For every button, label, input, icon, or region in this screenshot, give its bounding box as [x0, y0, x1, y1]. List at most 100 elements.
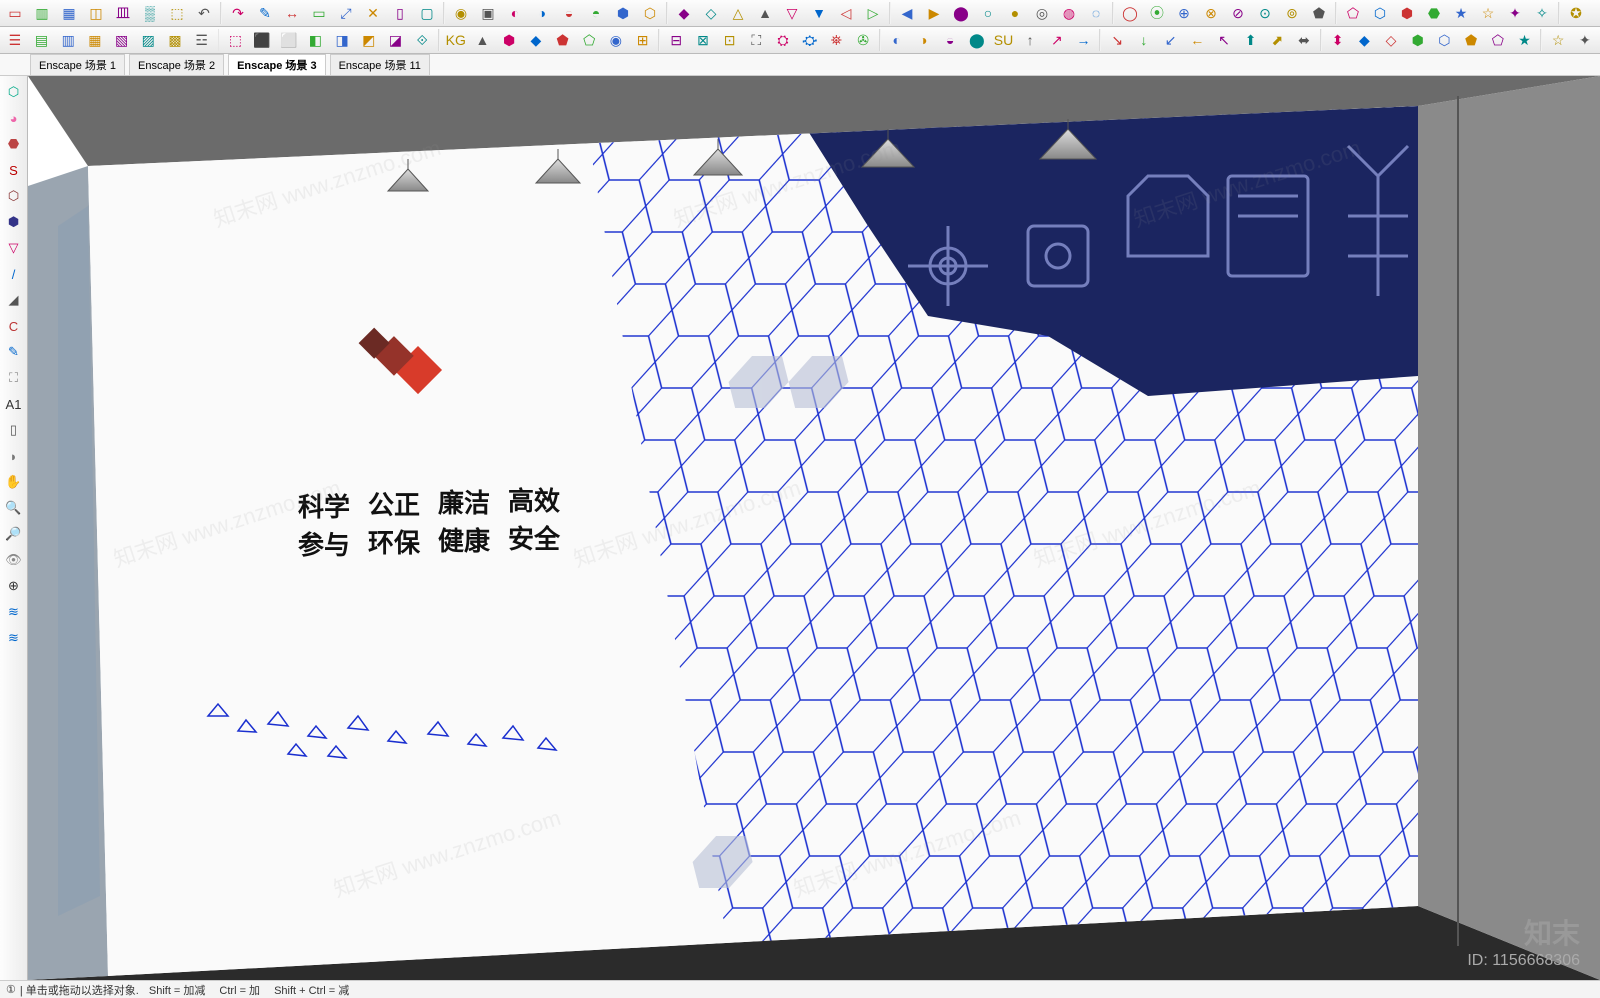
toolbar2-btn-17[interactable]: ▲ [470, 28, 496, 52]
toolbar2-btn-44[interactable]: ↖ [1211, 28, 1237, 52]
toolbar2-btn-19[interactable]: ◆ [523, 28, 549, 52]
toolbar1-btn-38[interactable]: ◍ [1056, 1, 1082, 25]
toolbar1-btn-47[interactable]: ⬟ [1306, 1, 1332, 25]
left-tool-14[interactable]: ◗ [2, 444, 26, 468]
left-tool-15[interactable]: ✋ [2, 470, 26, 494]
toolbar2-btn-4[interactable]: ▧ [109, 28, 135, 52]
toolbar2-btn-0[interactable]: ☰ [2, 28, 28, 52]
toolbar1-btn-51[interactable]: ⬣ [1421, 1, 1447, 25]
toolbar1-btn-9[interactable]: ✎ [252, 1, 278, 25]
toolbar2-btn-18[interactable]: ⬢ [496, 28, 522, 52]
toolbar2-btn-29[interactable]: ⛮ [797, 28, 823, 52]
toolbar1-btn-56[interactable]: ✪ [1563, 1, 1589, 25]
toolbar2-btn-25[interactable]: ⊠ [690, 28, 716, 52]
toolbar1-btn-28[interactable]: ▽ [779, 1, 805, 25]
toolbar2-btn-35[interactable]: ⬤ [964, 28, 990, 52]
toolbar1-btn-33[interactable]: ▶ [921, 1, 947, 25]
left-tool-1[interactable]: ◕ [2, 106, 26, 130]
toolbar1-btn-13[interactable]: ✕ [360, 1, 386, 25]
toolbar2-btn-39[interactable]: → [1071, 28, 1097, 52]
scene-tab-3[interactable]: Enscape 场景 11 [330, 54, 430, 75]
toolbar1-btn-31[interactable]: ▷ [860, 1, 886, 25]
toolbar1-btn-12[interactable]: ⤢ [333, 1, 359, 25]
toolbar1-btn-39[interactable]: ◌ [1083, 1, 1109, 25]
toolbar1-btn-35[interactable]: ○ [975, 1, 1001, 25]
toolbar2-btn-53[interactable]: ⬟ [1458, 28, 1484, 52]
toolbar2-btn-33[interactable]: ◑ [911, 28, 937, 52]
toolbar1-btn-41[interactable]: ⦿ [1144, 1, 1170, 25]
toolbar2-btn-54[interactable]: ⬠ [1485, 28, 1511, 52]
toolbar2-btn-21[interactable]: ⬠ [576, 28, 602, 52]
toolbar1-btn-18[interactable]: ◐ [502, 1, 528, 25]
toolbar1-btn-6[interactable]: ⬚ [164, 1, 190, 25]
left-tool-21[interactable]: ≋ [2, 626, 26, 650]
toolbar1-btn-8[interactable]: ↷ [225, 1, 251, 25]
toolbar1-btn-3[interactable]: ◫ [83, 1, 109, 25]
toolbar1-btn-7[interactable]: ↶ [191, 1, 217, 25]
scene-tab-2[interactable]: Enscape 场景 3 [228, 54, 325, 75]
toolbar2-btn-36[interactable]: SU [991, 28, 1017, 52]
toolbar1-btn-23[interactable]: ⬡ [637, 1, 663, 25]
toolbar1-btn-36[interactable]: ● [1002, 1, 1028, 25]
toolbar2-btn-26[interactable]: ⊡ [717, 28, 743, 52]
toolbar1-btn-25[interactable]: ◇ [698, 1, 724, 25]
left-tool-7[interactable]: / [2, 262, 26, 286]
toolbar2-btn-34[interactable]: ◒ [937, 28, 963, 52]
toolbar2-btn-28[interactable]: ⛭ [770, 28, 796, 52]
left-tool-10[interactable]: ✎ [2, 340, 26, 364]
toolbar1-btn-50[interactable]: ⬢ [1394, 1, 1420, 25]
left-tool-0[interactable]: ⬡ [2, 80, 26, 104]
toolbar2-btn-42[interactable]: ↙ [1158, 28, 1184, 52]
toolbar1-btn-53[interactable]: ☆ [1475, 1, 1501, 25]
toolbar2-btn-7[interactable]: ☲ [189, 28, 215, 52]
toolbar1-btn-0[interactable]: ▭ [2, 1, 28, 25]
left-tool-18[interactable]: 👁 [2, 548, 26, 572]
left-tool-8[interactable]: ◢ [2, 288, 26, 312]
toolbar1-btn-16[interactable]: ◉ [448, 1, 474, 25]
toolbar2-btn-22[interactable]: ◉ [603, 28, 629, 52]
left-tool-20[interactable]: ≋ [2, 600, 26, 624]
toolbar1-btn-30[interactable]: ◁ [833, 1, 859, 25]
toolbar2-btn-14[interactable]: ◪ [383, 28, 409, 52]
toolbar2-btn-9[interactable]: ⬛ [249, 28, 275, 52]
toolbar2-btn-41[interactable]: ↓ [1131, 28, 1157, 52]
toolbar1-btn-52[interactable]: ★ [1448, 1, 1474, 25]
toolbar2-btn-43[interactable]: ← [1184, 28, 1210, 52]
toolbar2-btn-1[interactable]: ▤ [29, 28, 55, 52]
toolbar1-btn-48[interactable]: ⬠ [1340, 1, 1366, 25]
toolbar2-btn-24[interactable]: ⊟ [663, 28, 689, 52]
toolbar2-btn-3[interactable]: ▦ [82, 28, 108, 52]
toolbar2-btn-8[interactable]: ⬚ [222, 28, 248, 52]
left-tool-4[interactable]: ⬡ [2, 184, 26, 208]
toolbar1-btn-45[interactable]: ⊙ [1252, 1, 1278, 25]
left-tool-5[interactable]: ⬢ [2, 210, 26, 234]
left-tool-11[interactable]: ⛶ [2, 366, 26, 390]
toolbar2-btn-16[interactable]: KG [443, 28, 469, 52]
toolbar2-btn-32[interactable]: ◐ [884, 28, 910, 52]
toolbar1-btn-46[interactable]: ⊚ [1279, 1, 1305, 25]
toolbar2-btn-56[interactable]: ☆ [1545, 28, 1571, 52]
toolbar2-btn-12[interactable]: ◨ [329, 28, 355, 52]
toolbar1-btn-32[interactable]: ◀ [894, 1, 920, 25]
toolbar2-btn-2[interactable]: ▥ [55, 28, 81, 52]
toolbar2-btn-20[interactable]: ⬟ [550, 28, 576, 52]
toolbar1-btn-43[interactable]: ⊗ [1198, 1, 1224, 25]
left-tool-6[interactable]: ▽ [2, 236, 26, 260]
left-tool-13[interactable]: ▯ [2, 418, 26, 442]
left-tool-2[interactable]: ⬣ [2, 132, 26, 156]
toolbar1-btn-42[interactable]: ⊕ [1171, 1, 1197, 25]
toolbar1-btn-24[interactable]: ◆ [671, 1, 697, 25]
toolbar2-btn-38[interactable]: ↗ [1044, 28, 1070, 52]
toolbar2-btn-46[interactable]: ⬈ [1264, 28, 1290, 52]
left-tool-16[interactable]: 🔍 [2, 496, 26, 520]
toolbar1-btn-27[interactable]: ▲ [752, 1, 778, 25]
toolbar2-btn-5[interactable]: ▨ [135, 28, 161, 52]
toolbar1-btn-19[interactable]: ◑ [529, 1, 555, 25]
toolbar2-btn-49[interactable]: ◆ [1352, 28, 1378, 52]
toolbar1-btn-49[interactable]: ⬡ [1367, 1, 1393, 25]
scene-tab-1[interactable]: Enscape 场景 2 [129, 54, 224, 75]
toolbar1-btn-2[interactable]: ▦ [56, 1, 82, 25]
toolbar2-btn-15[interactable]: ⟐ [409, 28, 435, 52]
toolbar2-btn-11[interactable]: ◧ [303, 28, 329, 52]
toolbar1-btn-11[interactable]: ▭ [306, 1, 332, 25]
